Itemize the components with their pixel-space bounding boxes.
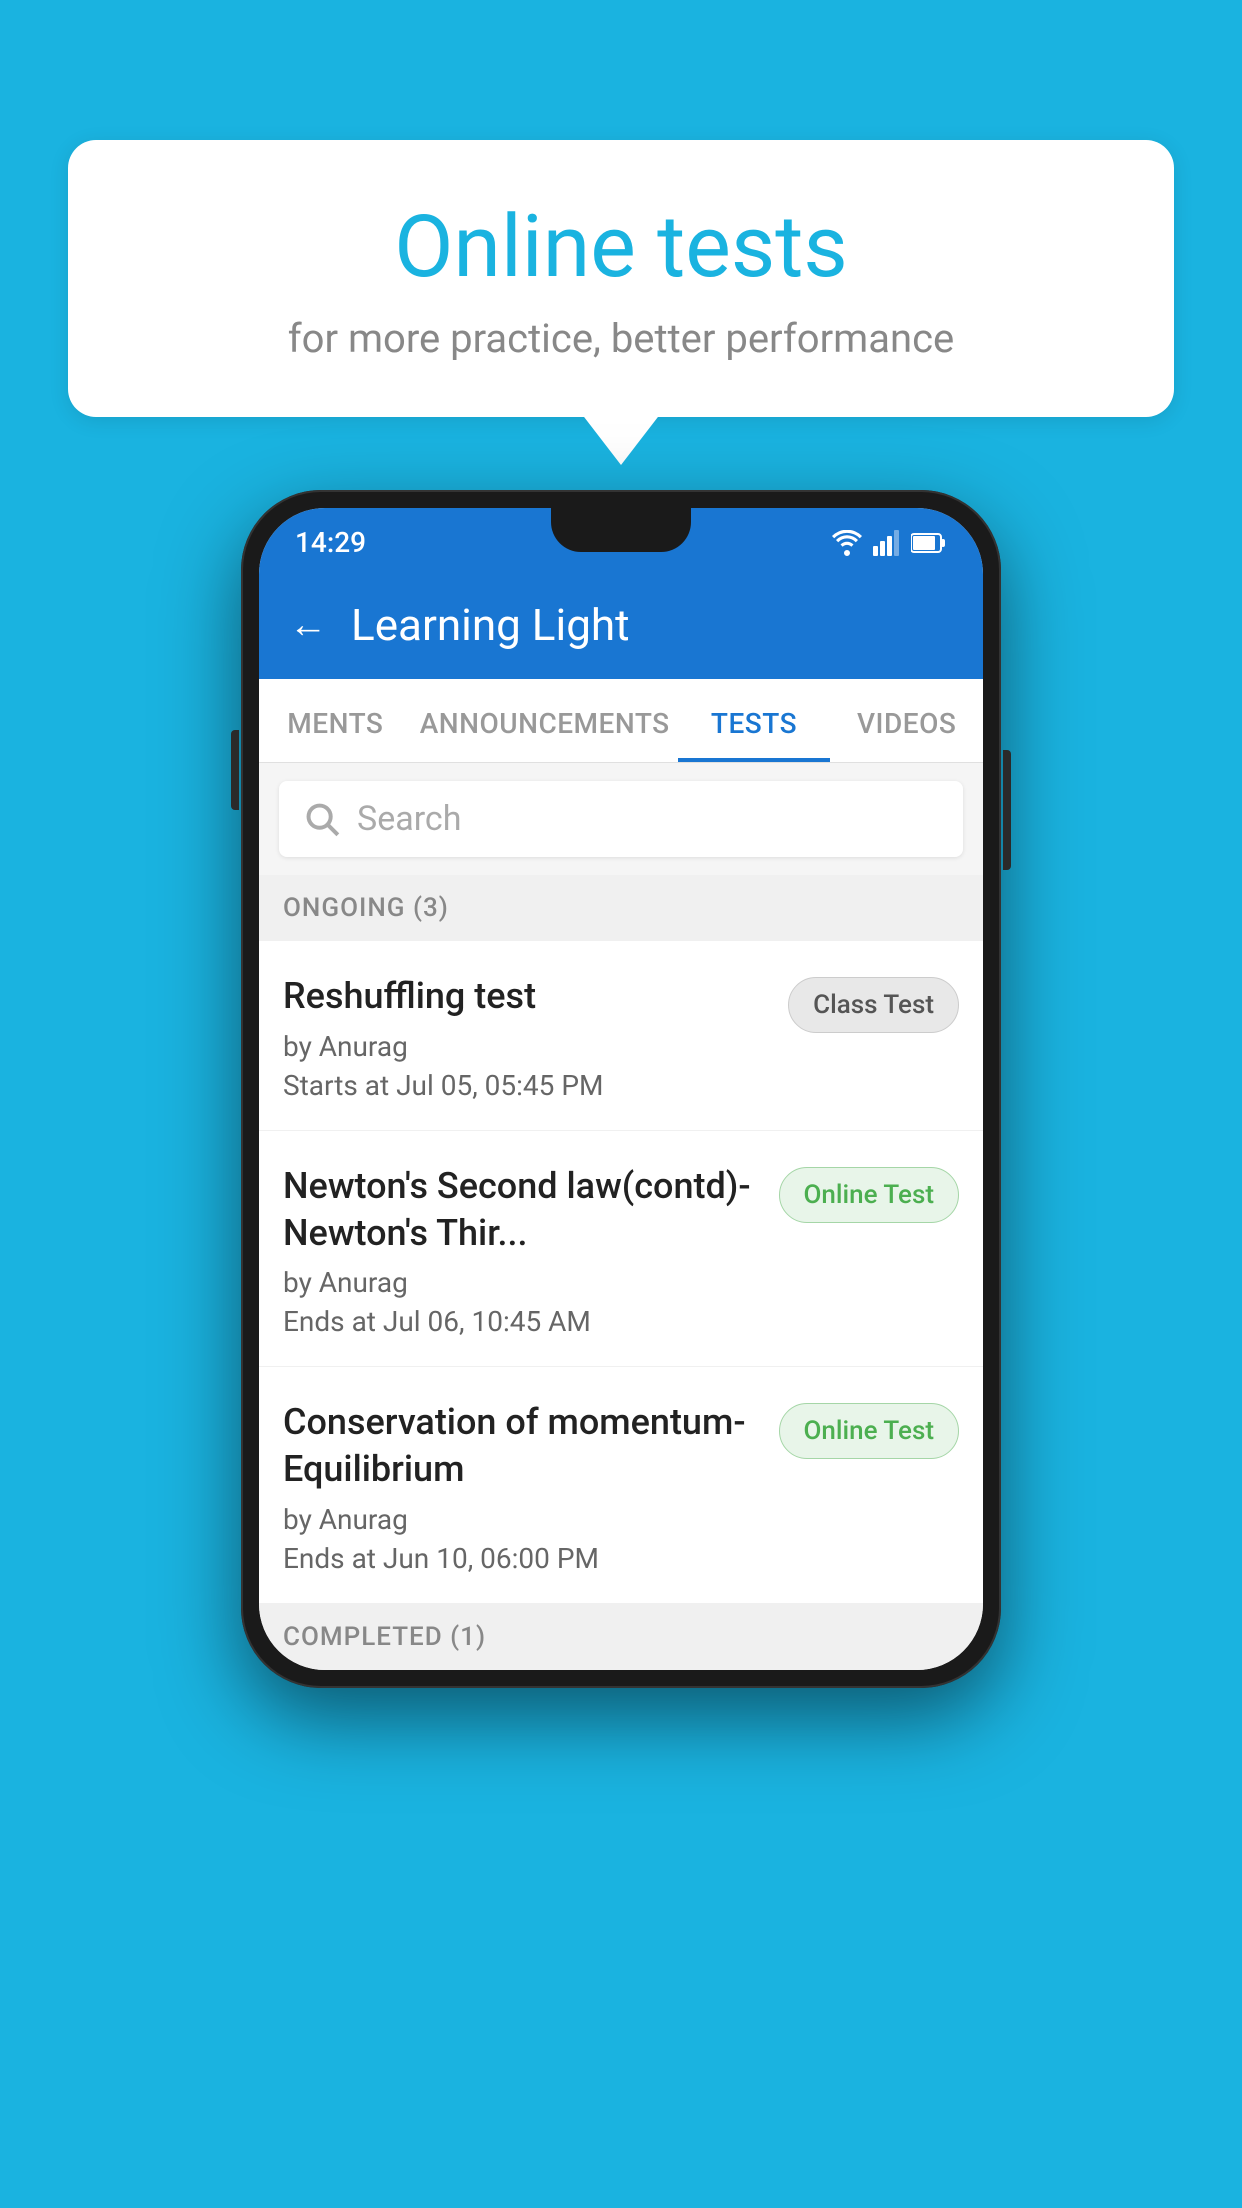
phone-wrapper: 14:29: [241, 490, 1001, 1688]
phone-button-volume: [231, 730, 239, 810]
app-bar-title: Learning Light: [351, 599, 630, 651]
test-title: Reshuffling test: [283, 973, 772, 1020]
phone-notch: [551, 508, 691, 552]
test-author: by Anurag: [283, 1030, 772, 1063]
tab-ments[interactable]: MENTS: [259, 679, 412, 762]
tab-announcements[interactable]: ANNOUNCEMENTS: [412, 679, 678, 762]
test-item[interactable]: Reshuffling test by Anurag Starts at Jul…: [259, 941, 983, 1131]
completed-section-header: COMPLETED (1): [259, 1604, 983, 1670]
test-time: Ends at Jul 06, 10:45 AM: [283, 1305, 763, 1338]
speech-bubble: Online tests for more practice, better p…: [68, 140, 1174, 417]
test-title: Conservation of momentum-Equilibrium: [283, 1399, 763, 1493]
test-item-info: Reshuffling test by Anurag Starts at Jul…: [283, 973, 772, 1102]
speech-bubble-container: Online tests for more practice, better p…: [68, 140, 1174, 417]
test-item[interactable]: Newton's Second law(contd)-Newton's Thir…: [259, 1131, 983, 1368]
test-title: Newton's Second law(contd)-Newton's Thir…: [283, 1163, 763, 1257]
test-item-info: Conservation of momentum-Equilibrium by …: [283, 1399, 763, 1575]
tabs-container: MENTS ANNOUNCEMENTS TESTS VIDEOS: [259, 679, 983, 763]
test-time: Starts at Jul 05, 05:45 PM: [283, 1069, 772, 1102]
search-box[interactable]: Search: [279, 781, 963, 857]
phone-screen: 14:29: [259, 508, 983, 1670]
test-author: by Anurag: [283, 1503, 763, 1536]
status-icons: [831, 530, 947, 556]
test-badge-class: Class Test: [788, 977, 959, 1033]
battery-icon: [911, 532, 947, 554]
ongoing-section-header: ONGOING (3): [259, 875, 983, 941]
test-time: Ends at Jun 10, 06:00 PM: [283, 1542, 763, 1575]
test-author: by Anurag: [283, 1266, 763, 1299]
phone-outer: 14:29: [241, 490, 1001, 1688]
status-time: 14:29: [295, 526, 366, 559]
test-badge-online: Online Test: [779, 1167, 960, 1223]
search-container: Search: [259, 763, 983, 875]
tests-list: Reshuffling test by Anurag Starts at Jul…: [259, 941, 983, 1604]
tab-tests[interactable]: TESTS: [678, 679, 831, 762]
bubble-title: Online tests: [118, 200, 1124, 295]
wifi-icon: [831, 530, 863, 556]
bubble-subtitle: for more practice, better performance: [118, 315, 1124, 362]
search-placeholder: Search: [357, 799, 461, 839]
test-item-info: Newton's Second law(contd)-Newton's Thir…: [283, 1163, 763, 1339]
signal-icon: [873, 530, 901, 556]
test-badge-online: Online Test: [779, 1403, 960, 1459]
tab-videos[interactable]: VIDEOS: [830, 679, 983, 762]
app-bar: ← Learning Light: [259, 571, 983, 679]
back-button[interactable]: ←: [289, 603, 327, 647]
test-item[interactable]: Conservation of momentum-Equilibrium by …: [259, 1367, 983, 1604]
phone-button-power: [1003, 750, 1011, 870]
search-icon: [303, 800, 341, 838]
